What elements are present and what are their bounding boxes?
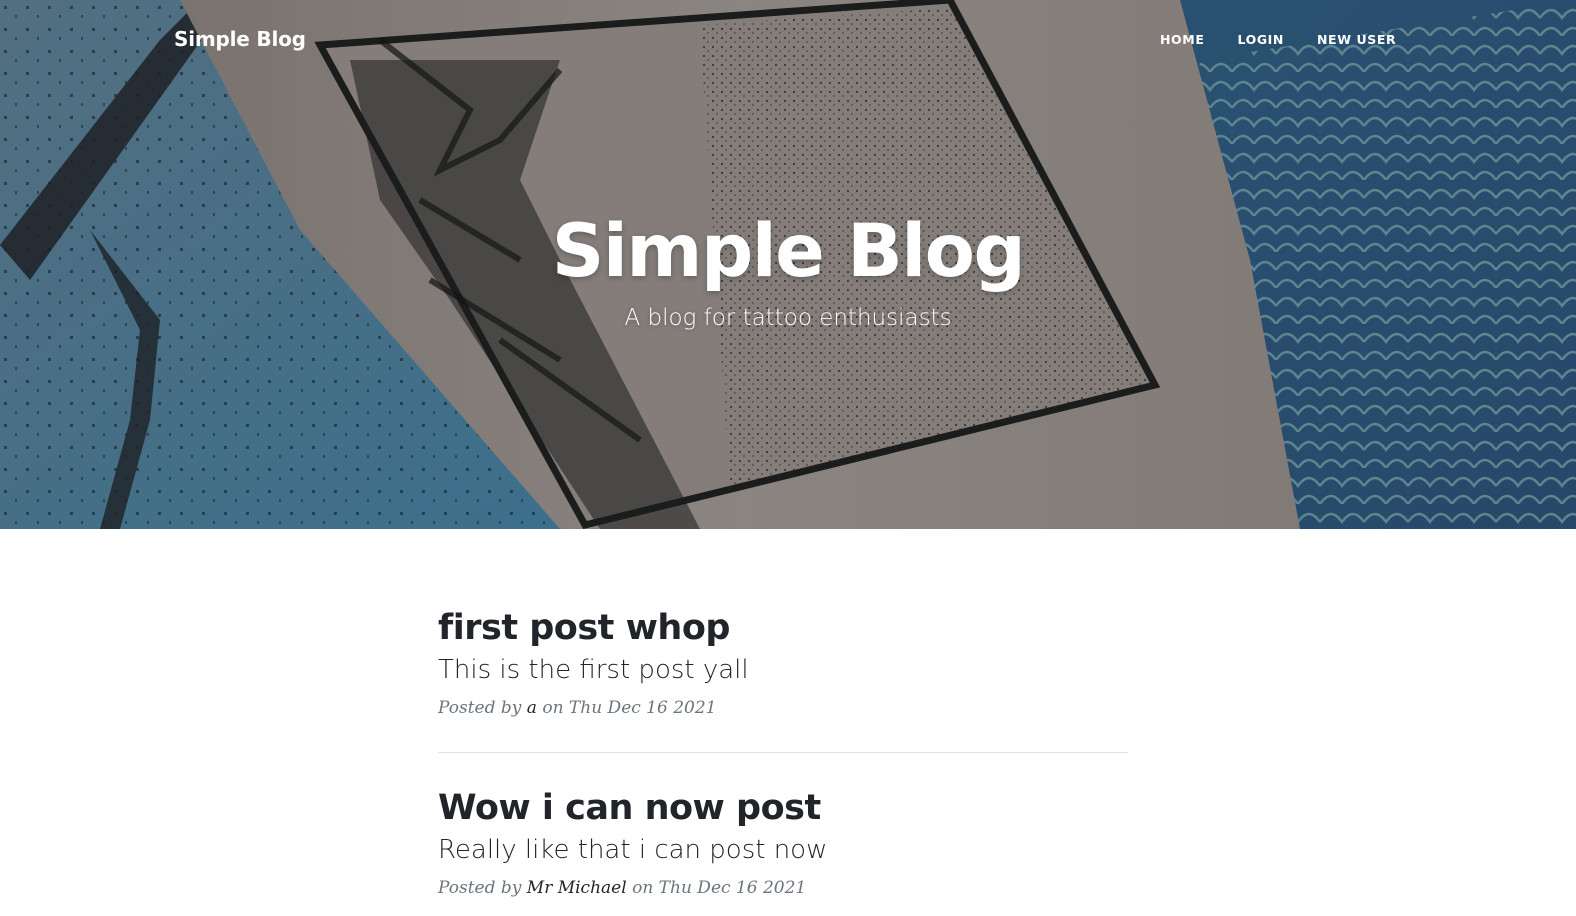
navbar-brand[interactable]: Simple Blog	[174, 27, 306, 51]
post-subtitle[interactable]: Really like that i can post now	[438, 832, 1128, 868]
masthead: Simple Blog HOME LOGIN NEW USER Simple B…	[0, 0, 1576, 529]
post-date: Thu Dec 16 2021	[568, 698, 717, 718]
site-title: Simple Blog	[551, 209, 1026, 294]
nav-link-new-user[interactable]: NEW USER	[1317, 32, 1396, 47]
post-meta: Posted by a on Thu Dec 16 2021	[438, 697, 1128, 719]
post-meta-mid: on	[632, 878, 654, 898]
post-date: Thu Dec 16 2021	[658, 878, 807, 898]
post-title[interactable]: first post whop	[438, 604, 1128, 652]
navbar: Simple Blog HOME LOGIN NEW USER	[0, 0, 1576, 80]
post-preview[interactable]: first post whop This is the first post y…	[438, 604, 1128, 719]
site-heading: Simple Blog A blog for tattoo enthusiast…	[0, 208, 1576, 332]
nav-link-login[interactable]: LOGIN	[1237, 32, 1284, 47]
post-meta: Posted by Mr Michael on Thu Dec 16 2021	[438, 877, 1128, 899]
post-title[interactable]: Wow i can now post	[438, 784, 1128, 832]
nav-link-home[interactable]: HOME	[1160, 32, 1204, 47]
post-subtitle[interactable]: This is the first post yall	[438, 652, 1128, 688]
post-meta-mid: on	[542, 698, 564, 718]
site-subtitle: A blog for tattoo enthusiasts	[624, 305, 952, 331]
post-author-link[interactable]: a	[527, 698, 537, 718]
post-preview[interactable]: Wow i can now post Really like that i ca…	[438, 784, 1128, 899]
post-meta-prefix: Posted by	[438, 698, 522, 718]
post-list: first post whop This is the first post y…	[438, 604, 1128, 899]
post-author-link[interactable]: Mr Michael	[527, 878, 627, 898]
nav-links: HOME LOGIN NEW USER	[1160, 32, 1429, 47]
post-divider	[438, 752, 1128, 753]
post-meta-prefix: Posted by	[438, 878, 522, 898]
